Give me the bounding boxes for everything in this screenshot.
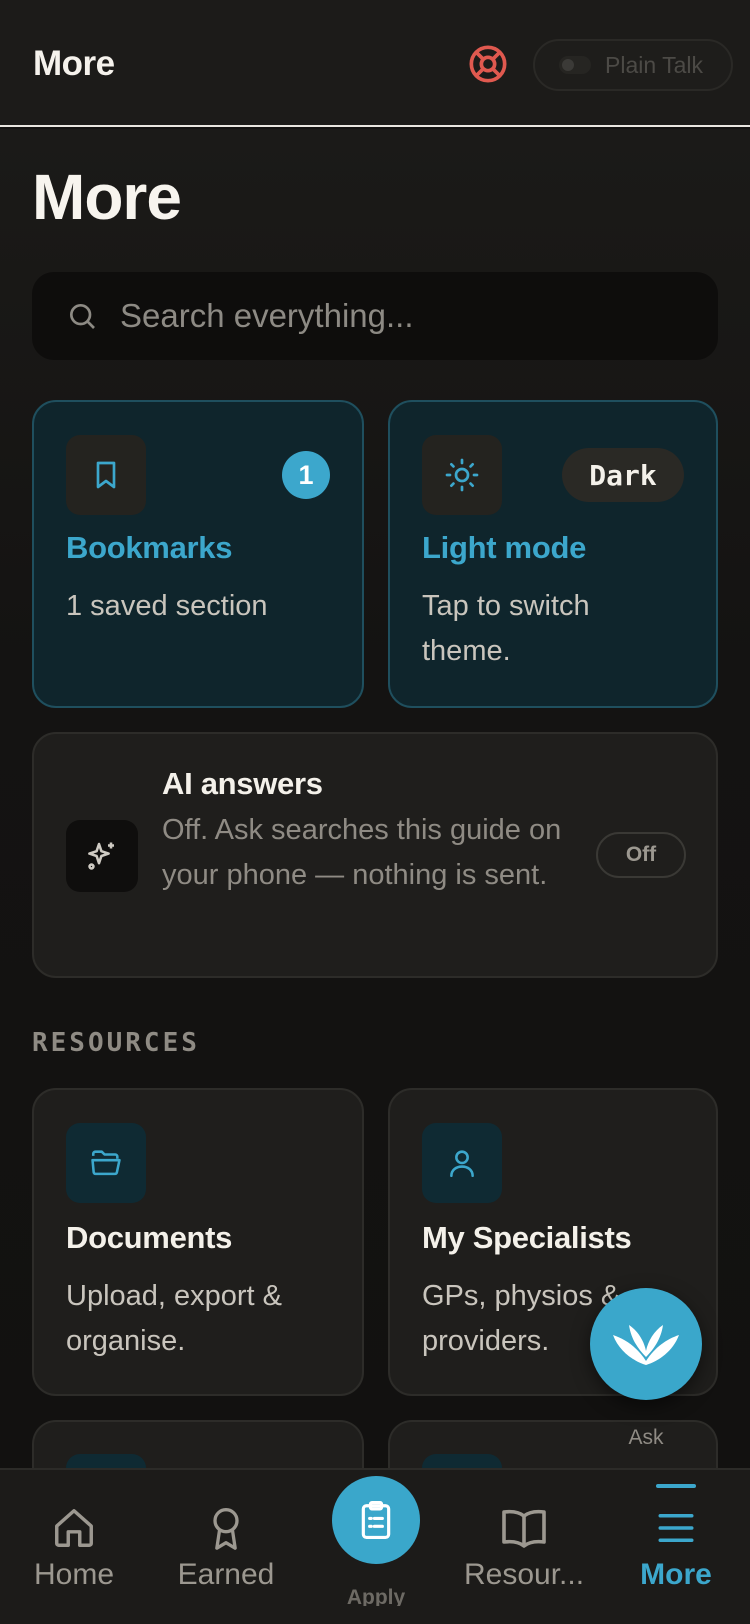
sparkles-icon-box xyxy=(66,820,138,892)
lotus-icon xyxy=(613,1325,679,1365)
tab-apply[interactable] xyxy=(332,1476,420,1564)
active-tab-indicator xyxy=(656,1484,696,1488)
header-title: More xyxy=(33,44,115,83)
bookmark-icon xyxy=(96,461,116,489)
help-button[interactable] xyxy=(466,42,510,86)
tab-earned-label: Earned xyxy=(177,1558,275,1591)
documents-title: Documents xyxy=(66,1220,233,1255)
my-specialists-title: My Specialists xyxy=(422,1220,632,1255)
bookmarks-description: 1 saved section xyxy=(66,590,268,622)
tab-home[interactable]: Home xyxy=(22,1470,126,1624)
folder-icon-box xyxy=(66,1123,146,1203)
page-title: More xyxy=(32,161,182,233)
tab-earned[interactable]: Earned xyxy=(168,1470,284,1624)
search-input[interactable]: Search everything... xyxy=(32,272,718,360)
plain-talk-label: Plain Talk xyxy=(605,51,704,78)
plain-talk-toggle[interactable]: Plain Talk xyxy=(533,39,733,91)
folder-icon xyxy=(91,1150,121,1176)
sparkles-icon xyxy=(88,842,114,870)
tab-home-label: Home xyxy=(33,1558,115,1591)
ai-answers-title: AI answers xyxy=(162,766,323,801)
lifebuoy-icon xyxy=(469,45,507,83)
bookmarks-count-badge: 1 xyxy=(282,451,330,499)
award-icon xyxy=(213,1508,239,1550)
tab-resources-label: Resour... xyxy=(463,1558,585,1591)
ask-label: Ask xyxy=(628,1426,664,1449)
theme-card[interactable]: Dark Light mode Tap to switch theme. xyxy=(388,400,718,708)
bookmarks-card[interactable]: 1 Bookmarks 1 saved section xyxy=(32,400,364,708)
person-icon-box xyxy=(422,1123,502,1203)
theme-title: Light mode xyxy=(422,530,587,565)
ai-answers-toggle[interactable]: Off xyxy=(596,832,686,878)
toggle-switch-icon xyxy=(559,56,591,74)
home-icon xyxy=(55,1509,93,1547)
top-bar: More Plain Talk xyxy=(0,0,750,127)
documents-card[interactable]: Documents Upload, export & organise. xyxy=(32,1088,364,1396)
search-placeholder: Search everything... xyxy=(120,297,414,334)
ai-answers-card[interactable]: AI answers Off. Ask searches this guide … xyxy=(32,732,718,978)
person-icon xyxy=(450,1150,474,1178)
theme-description: Tap to switch theme. xyxy=(422,590,590,667)
sun-icon-box xyxy=(422,435,502,515)
ask-button[interactable] xyxy=(590,1288,702,1400)
menu-icon xyxy=(658,1514,694,1542)
resources-section-label: RESOURCES xyxy=(32,1028,200,1058)
ai-answers-description: Off. Ask searches this guide on your pho… xyxy=(162,814,562,891)
tab-resources[interactable]: Resour... xyxy=(456,1470,592,1624)
search-icon xyxy=(70,304,95,329)
sun-icon xyxy=(445,458,479,492)
book-open-icon xyxy=(502,1509,546,1548)
clipboard-icon xyxy=(361,1501,391,1540)
bookmark-icon-box xyxy=(66,435,146,515)
tab-more-label: More xyxy=(640,1558,712,1591)
current-theme-pill: Dark xyxy=(562,448,684,502)
tab-apply-label: Apply xyxy=(346,1586,406,1606)
bookmarks-title: Bookmarks xyxy=(66,530,233,565)
tab-more[interactable]: More xyxy=(624,1470,728,1624)
documents-description: Upload, export & organise. xyxy=(66,1280,283,1357)
